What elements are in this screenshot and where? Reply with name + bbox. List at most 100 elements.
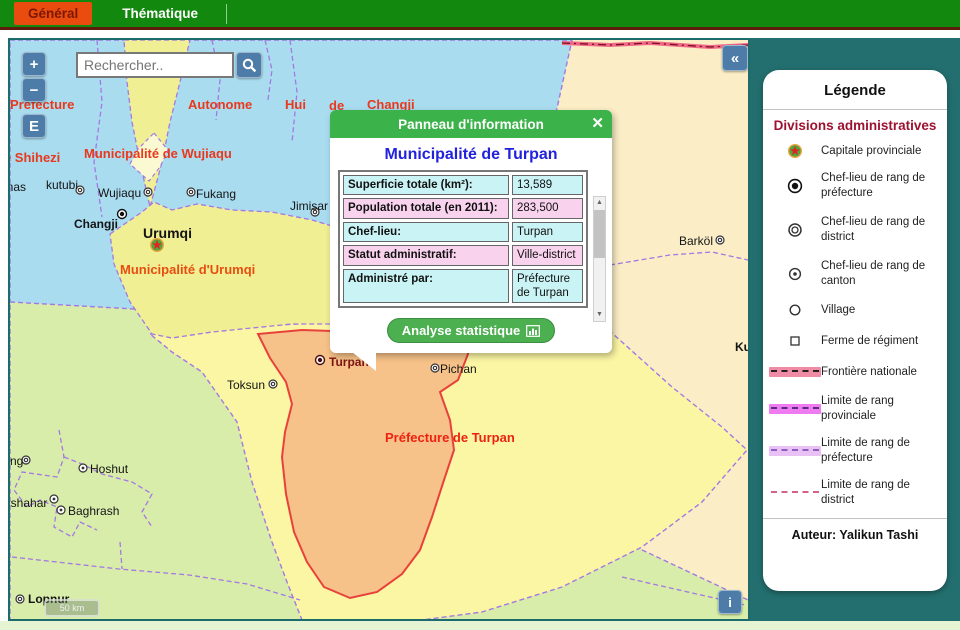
legend-item-national-border: Frontière nationale	[763, 365, 947, 380]
legend-item-prefecture-limit: Limite de rang de préfecture	[763, 436, 947, 466]
legend-sidebar: Légende Divisions administratives Capita…	[750, 38, 960, 621]
legend-divider	[763, 518, 947, 519]
row-label: Chef-lieu:	[343, 222, 509, 242]
legend-item-label: Chef-lieu de rang de canton	[821, 259, 933, 289]
attribution-info-button[interactable]: i	[718, 590, 742, 614]
scale-bar: 50 km	[44, 599, 100, 617]
map-label-autonome: Autonome	[188, 97, 252, 112]
provincial-limit-swatch	[769, 404, 821, 414]
legend-item-label: Frontière nationale	[821, 365, 917, 380]
village-icon	[769, 303, 821, 317]
panel-scrollbar[interactable]: ▲ ▼	[593, 196, 606, 322]
legend-item-label: Capitale provinciale	[821, 144, 921, 159]
nav-divider	[226, 4, 227, 24]
map-label-urumqi-municipality: Municipalité d'Urumqi	[120, 262, 255, 277]
map-label-kumul: Kumul	[735, 340, 750, 354]
table-row: Statut administratif: Ville-district	[343, 245, 583, 265]
map-label-changji-town: Changji	[74, 217, 118, 231]
close-icon[interactable]: ✕	[591, 114, 604, 132]
map-label-urumqi: Urumqi	[143, 225, 192, 241]
search-button[interactable]	[236, 52, 262, 78]
search-input[interactable]	[76, 52, 234, 78]
zoom-in-button[interactable]: +	[22, 52, 46, 76]
legend-item-prefecture-seat: Chef-lieu de rang de préfecture	[763, 171, 947, 201]
legend-item-label: Limite de rang provinciale	[821, 394, 933, 424]
district-seat-icon	[769, 222, 821, 238]
info-panel-title: Municipalité de Turpan	[338, 146, 604, 164]
legend-divider	[763, 109, 947, 110]
tab-thematique[interactable]: Thématique	[108, 2, 212, 25]
table-row: Population totale (en 2011): 283,500	[343, 198, 583, 218]
legend-item-label: Ferme de régiment	[821, 334, 918, 349]
row-label: Population totale (en 2011):	[343, 198, 509, 218]
prefecture-seat-icon	[769, 178, 821, 194]
legend-item-village: Village	[763, 303, 947, 318]
legend-author: Auteur: Yalikun Tashi	[763, 528, 947, 542]
row-value: Préfecture de Turpan	[512, 269, 583, 304]
scrollbar-thumb[interactable]	[594, 210, 605, 258]
row-value: Turpan	[512, 222, 583, 242]
national-border-swatch	[769, 367, 821, 377]
legend-item-label: Limite de rang de district	[821, 478, 933, 508]
statistical-analysis-label: Analyse statistique	[402, 323, 521, 338]
legend-item-label: Village	[821, 303, 855, 318]
legend-item-label: Limite de rang de préfecture	[821, 436, 933, 466]
map-label-ushahar: ushahar	[8, 496, 47, 510]
tab-general[interactable]: Général	[14, 2, 92, 25]
legend-item-district-seat: Chef-lieu de rang de district	[763, 215, 947, 245]
map-label-toksun: Toksun	[227, 378, 265, 392]
row-label: Statut administratif:	[343, 245, 509, 265]
info-panel-body: Municipalité de Turpan Superficie totale…	[330, 138, 612, 353]
table-row: Chef-lieu: Turpan	[343, 222, 583, 242]
extent-button[interactable]: E	[22, 114, 46, 138]
row-value: 13,589	[512, 175, 583, 195]
table-row: Superficie totale (km²): 13,589	[343, 175, 583, 195]
map-label-shihezi: de Shihezi	[8, 150, 60, 165]
legend-item-district-limit: Limite de rang de district	[763, 478, 947, 508]
map-label-kutubi: kutubi	[46, 178, 78, 192]
legend-item-regiment-farm: Ferme de régiment	[763, 334, 947, 349]
panel-pointer-tail	[352, 352, 376, 371]
info-panel: Panneau d'information ✕ Municipalité de …	[330, 110, 612, 353]
legend-section-title: Divisions administratives	[763, 118, 947, 133]
map-application: Général Thématique	[0, 0, 960, 630]
map-label-fukang: Fukang	[196, 187, 236, 201]
search-icon	[242, 58, 257, 73]
map-canvas[interactable]: Préfecture Autonome Hui de Changji Munic…	[8, 38, 750, 621]
scroll-down-icon[interactable]: ▼	[594, 309, 605, 321]
legend-item-canton-seat: Chef-lieu de rang de canton	[763, 259, 947, 289]
district-limit-swatch	[769, 488, 821, 498]
map-label-wujiaqu: Wujiaqu	[98, 186, 141, 200]
row-label: Administré par:	[343, 269, 509, 304]
legend-title: Légende	[763, 82, 947, 99]
row-label: Superficie totale (km²):	[343, 175, 509, 195]
map-label-jimisar: Jimisar	[290, 199, 328, 213]
map-label-ng: ng	[10, 454, 23, 468]
map-label-barkol: Barköl	[679, 234, 713, 248]
collapse-sidebar-button[interactable]: «	[722, 45, 748, 71]
map-label-wujiaqu-municipality: Municipalité de Wujiaqu	[84, 146, 232, 161]
zoom-out-button[interactable]: −	[22, 78, 46, 102]
map-label-turpan-prefecture: Préfecture de Turpan	[385, 430, 515, 445]
map-label-hoshut: Hoshut	[90, 462, 128, 476]
capital-star-icon	[769, 143, 821, 159]
table-row: Administré par: Préfecture de Turpan	[343, 269, 583, 304]
canton-seat-icon	[769, 266, 821, 282]
legend-item-capital: Capitale provinciale	[763, 143, 947, 159]
info-panel-header[interactable]: Panneau d'information ✕	[330, 110, 612, 138]
top-navbar: Général Thématique	[0, 0, 960, 30]
prefecture-limit-swatch	[769, 446, 821, 456]
map-label-pichan: Pichan	[440, 362, 477, 376]
scroll-up-icon[interactable]: ▲	[594, 197, 605, 209]
legend-card: Légende Divisions administratives Capita…	[763, 70, 947, 591]
info-panel-header-title: Panneau d'information	[398, 117, 544, 132]
legend-item-label: Chef-lieu de rang de préfecture	[821, 171, 933, 201]
legend-item-provincial-limit: Limite de rang provinciale	[763, 394, 947, 424]
map-label-hui: Hui	[285, 97, 306, 112]
bar-chart-icon	[526, 325, 540, 337]
statistical-analysis-button[interactable]: Analyse statistique	[387, 318, 556, 343]
info-table: Superficie totale (km²): 13,589 Populati…	[338, 170, 588, 308]
row-value: Ville-district	[512, 245, 583, 265]
map-label-baghrash: Baghrash	[68, 504, 119, 518]
bottom-strip	[0, 621, 960, 630]
